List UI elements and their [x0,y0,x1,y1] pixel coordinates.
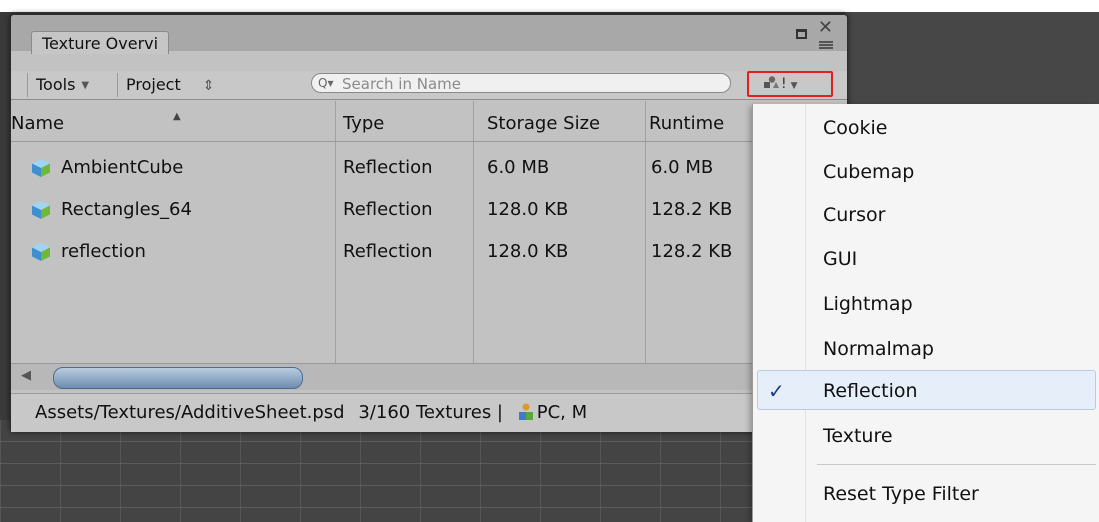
menu-item-gui[interactable]: GUI [753,239,1099,279]
status-bar: Assets/Textures/AdditiveSheet.psd 3/160 … [11,393,847,432]
texture-overview-window: Texture Overvi ✕ Tools ▼ Project ⇕ Q▾ Sear… [10,14,848,432]
scene-top-strip [0,0,1099,12]
sort-ascending-icon: ▲ [173,111,181,122]
project-dropdown[interactable]: Project ⇕ [117,73,222,97]
menu-item-normalmap[interactable]: Normalmap [753,329,1099,369]
shapes-icon [764,76,779,88]
scene-background [845,12,1099,112]
scrollbar-thumb[interactable] [53,367,303,389]
cell-type: Reflection [343,157,433,178]
table-row[interactable]: reflection Reflection 128.0 KB 128.2 KB [11,231,847,271]
menu-item-reflection[interactable]: ✓ Reflection [757,370,1096,410]
menu-item-cursor[interactable]: Cursor [753,195,1099,235]
cell-name: Rectangles_64 [61,199,192,220]
texture-table: Name ▲ Type Storage Size Runtime Ambient… [11,101,847,363]
tab-strip: Texture Overvi ✕ [11,15,847,54]
search-input[interactable]: Q▾ Search in Name [311,73,731,93]
updown-arrows-icon: ⇕ [202,78,215,94]
close-icon[interactable]: ✕ [818,19,833,37]
column-header-name[interactable]: Name ▲ [11,111,181,134]
column-header-label: Name [11,113,65,134]
checkmark-icon: ✓ [768,379,785,403]
window-menu-icon[interactable] [819,41,833,49]
cubemap-texture-icon [32,159,50,177]
tab-texture-overview[interactable]: Texture Overvi [31,31,170,54]
menu-item-texture[interactable]: Texture [753,416,1099,456]
menu-item-lightmap[interactable]: Lightmap [753,284,1099,324]
menu-item-label: Reflection [823,380,918,402]
cell-storage-size: 128.0 KB [487,199,569,220]
cell-name: reflection [61,241,146,262]
menu-item-cubemap[interactable]: Cubemap [753,152,1099,192]
cell-runtime: 128.2 KB [651,199,733,220]
menu-item-cookie[interactable]: Cookie [753,108,1099,148]
filter-button-content: ! ▼ [763,76,798,92]
filter-exclamation: ! [781,76,787,92]
column-header-storage-size[interactable]: Storage Size [487,113,600,134]
project-label: Project [126,75,181,94]
status-text: Assets/Textures/AdditiveSheet.psd 3/160 … [35,402,587,423]
maximize-icon[interactable] [796,29,807,39]
status-platform: PC, M [536,402,588,423]
cell-storage-size: 128.0 KB [487,241,569,262]
cell-storage-size: 6.0 MB [487,157,550,178]
cell-name: AmbientCube [61,157,184,178]
chevron-down-icon: ▼ [790,81,798,91]
type-filter-menu: Cookie Cubemap Cursor GUI Lightmap Norma… [752,104,1099,522]
menu-separator [817,464,1096,465]
status-count: 3/160 Textures | [358,402,503,423]
cell-runtime: 6.0 MB [651,157,714,178]
cubemap-texture-icon [32,201,50,219]
status-path: Assets/Textures/AdditiveSheet.psd [35,402,345,423]
type-filter-button[interactable]: ! ▼ [747,71,833,97]
cell-type: Reflection [343,199,433,220]
column-header-type[interactable]: Type [343,113,384,134]
menu-item-reset-type-filter[interactable]: Reset Type Filter [753,474,1099,514]
cubemap-texture-icon [32,243,50,261]
scroll-left-icon[interactable]: ◀ [21,368,31,383]
search-icon: Q▾ [318,76,334,90]
column-header-runtime[interactable]: Runtime [649,113,724,134]
cell-runtime: 128.2 KB [651,241,733,262]
platform-icon [518,403,533,420]
table-row[interactable]: AmbientCube Reflection 6.0 MB 6.0 MB [11,147,847,187]
tools-dropdown[interactable]: Tools ▼ [27,73,97,97]
toolbar: Tools ▼ Project ⇕ Q▾ Search in Name ! ▼ [11,71,847,100]
horizontal-scrollbar[interactable]: ◀ [11,363,847,390]
chevron-down-icon: ▼ [81,80,90,91]
table-row[interactable]: Rectangles_64 Reflection 128.0 KB 128.2 … [11,189,847,229]
tools-label: Tools [36,75,76,94]
cell-type: Reflection [343,241,433,262]
search-placeholder: Search in Name [342,75,461,93]
scene-grid [0,420,760,522]
header-divider [11,141,847,142]
